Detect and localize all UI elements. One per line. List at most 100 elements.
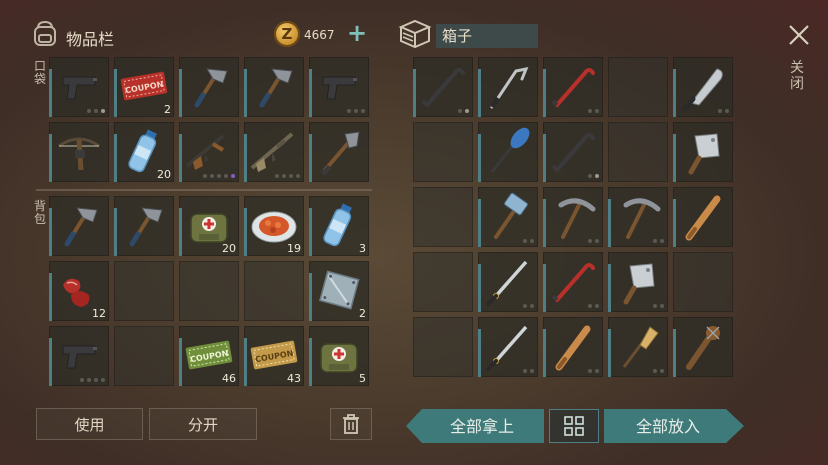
box-slot[interactable] — [478, 252, 538, 312]
backpack-slot[interactable] — [114, 196, 174, 256]
backpack-slot[interactable]: 3 — [309, 196, 369, 256]
crowbar-icon — [421, 68, 465, 107]
backpack-slot[interactable] — [114, 326, 174, 386]
box-slot[interactable] — [478, 57, 538, 117]
use-button[interactable]: 使用 — [36, 408, 143, 440]
hatchet-icon — [259, 68, 293, 108]
item-quantity: 12 — [92, 307, 106, 320]
backpack-slot[interactable]: 20 — [179, 196, 239, 256]
slot-durability-bar — [49, 273, 52, 321]
backpack-slot[interactable] — [179, 261, 239, 321]
slot-durability-bar — [543, 329, 546, 377]
box-slot[interactable] — [608, 122, 668, 182]
box-slot[interactable] — [608, 317, 668, 377]
slot-durability-bar — [244, 208, 247, 256]
take-all-button[interactable]: 全部拿上 — [406, 409, 544, 443]
slot-durability-bar — [673, 134, 676, 182]
backpack-slot[interactable] — [244, 261, 304, 321]
slot-durability-bar — [49, 134, 52, 182]
crowbar-red-icon — [551, 68, 595, 107]
pocket-slot[interactable] — [244, 122, 304, 182]
slot-durability-bar — [309, 69, 312, 117]
slot-durability-bar — [673, 69, 676, 117]
box-slot[interactable] — [413, 187, 473, 247]
trash-icon — [343, 414, 359, 434]
backpack-slot[interactable]: 19 — [244, 196, 304, 256]
slot-durability-bar — [309, 273, 312, 321]
item-quality-dots — [653, 304, 664, 308]
coupon-red-icon: COUPON — [120, 71, 168, 101]
backpack-slot[interactable]: 5 — [309, 326, 369, 386]
crowbar-icon — [551, 133, 595, 172]
box-slot[interactable] — [543, 317, 603, 377]
slot-durability-bar — [114, 134, 117, 182]
box-slot[interactable] — [413, 252, 473, 312]
slot-durability-bar — [244, 338, 247, 386]
close-label[interactable]: 关闭 — [790, 60, 806, 92]
box-slot[interactable] — [413, 57, 473, 117]
item-quantity: 5 — [359, 372, 366, 385]
pocket-slot[interactable] — [49, 122, 109, 182]
crowbar-red-icon — [551, 263, 595, 302]
pocket-slot[interactable] — [179, 122, 239, 182]
sledgehammer-icon — [494, 192, 528, 239]
box-slot[interactable] — [478, 187, 538, 247]
pocket-slot[interactable] — [309, 122, 369, 182]
section-divider — [36, 189, 372, 191]
item-quality-dots — [588, 239, 599, 243]
item-quality-dots — [588, 369, 599, 373]
pocket-slot[interactable] — [309, 57, 369, 117]
box-slot[interactable] — [673, 187, 733, 247]
backpack-slot[interactable]: COUPON 46 — [179, 326, 239, 386]
item-quality-dots — [203, 174, 235, 178]
pocket-slot[interactable]: COUPON 2 — [114, 57, 174, 117]
box-slot[interactable] — [673, 122, 733, 182]
backpack-slot[interactable] — [114, 261, 174, 321]
box-slot[interactable] — [413, 317, 473, 377]
box-slot[interactable] — [543, 57, 603, 117]
box-slot[interactable] — [543, 187, 603, 247]
add-coins-button[interactable]: + — [344, 20, 370, 46]
box-slot[interactable] — [413, 122, 473, 182]
box-slot[interactable] — [543, 122, 603, 182]
pistol-icon — [62, 345, 97, 369]
slot-durability-bar — [543, 134, 546, 182]
hatchet-icon — [194, 68, 228, 108]
box-slot[interactable] — [608, 252, 668, 312]
backpack-slot[interactable] — [49, 326, 109, 386]
put-all-button[interactable]: 全部放入 — [604, 409, 744, 443]
pocket-slot[interactable]: 20 — [114, 122, 174, 182]
slot-durability-bar — [543, 264, 546, 312]
box-slot[interactable] — [673, 57, 733, 117]
slot-durability-bar — [309, 208, 312, 256]
rifle-icon — [250, 132, 294, 172]
box-slot[interactable] — [543, 252, 603, 312]
backpack-slot[interactable] — [49, 196, 109, 256]
sort-button[interactable] — [549, 409, 599, 443]
close-icon[interactable] — [786, 22, 812, 48]
baseball-bat-icon — [555, 325, 591, 371]
backpack-slot[interactable]: 2 — [309, 261, 369, 321]
box-slot[interactable] — [608, 187, 668, 247]
hook-icon — [489, 66, 529, 109]
paddle-icon — [490, 127, 530, 173]
coin-amount: 4667 — [304, 28, 335, 42]
pocket-slot[interactable] — [179, 57, 239, 117]
backpack-slot[interactable]: 12 — [49, 261, 109, 321]
slot-durability-bar — [244, 134, 247, 182]
delete-button[interactable] — [330, 408, 372, 440]
item-quantity: 3 — [359, 242, 366, 255]
pocket-slot[interactable] — [49, 57, 109, 117]
metal-plate-icon — [319, 270, 360, 310]
box-slot[interactable] — [478, 317, 538, 377]
slot-durability-bar — [179, 338, 182, 386]
pocket-slot[interactable] — [244, 57, 304, 117]
box-slot[interactable] — [608, 57, 668, 117]
box-slot[interactable] — [673, 252, 733, 312]
box-slot[interactable] — [673, 317, 733, 377]
split-button[interactable]: 分开 — [149, 408, 257, 440]
medkit-bag-icon — [320, 343, 358, 373]
backpack-slot[interactable]: COUPON 43 — [244, 326, 304, 386]
slot-durability-bar — [543, 199, 546, 247]
box-slot[interactable] — [478, 122, 538, 182]
